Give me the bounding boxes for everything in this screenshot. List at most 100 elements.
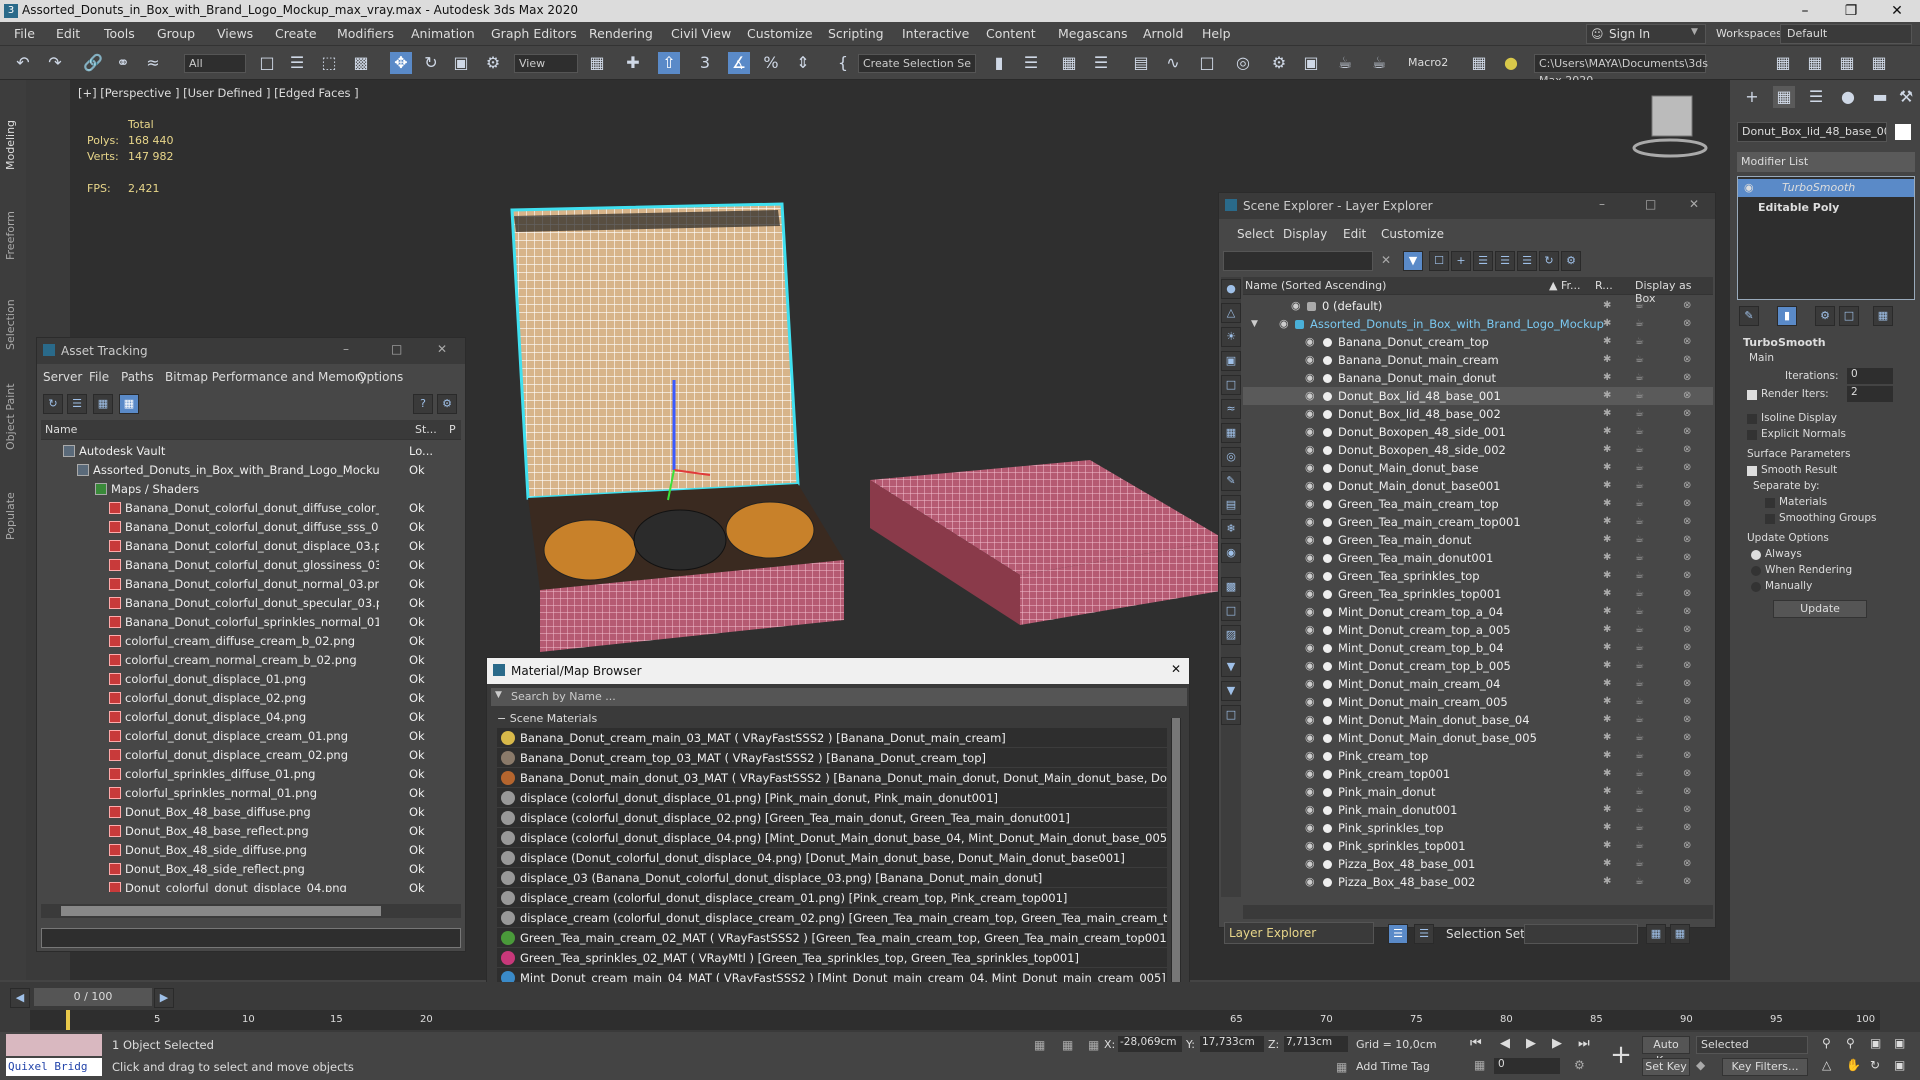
freeze-icon[interactable]: ✱	[1603, 387, 1611, 405]
angle-snap-icon[interactable]: ∡	[728, 52, 750, 74]
display-as-box-icon[interactable]: ⊗	[1683, 783, 1691, 801]
freeze-icon[interactable]: ✱	[1603, 369, 1611, 387]
menu-rendering[interactable]: Rendering	[589, 26, 653, 41]
render-teapot-icon[interactable]: ☕	[1635, 531, 1644, 549]
timeline-left-arrow-icon[interactable]: ◀	[10, 988, 30, 1008]
x-coordinate-field[interactable]: -28,069cm	[1118, 1036, 1182, 1052]
materials-checkbox[interactable]	[1765, 498, 1775, 508]
asset-row[interactable]: Donut_Box_48_side_diffuse.png Ok	[41, 841, 461, 860]
layer-row[interactable]: ◉ 0 (default) ✱ ☕ ⊗	[1243, 297, 1713, 315]
open-container-icon[interactable]: ▦	[1836, 52, 1858, 74]
menu-megascans[interactable]: Megascans	[1058, 26, 1128, 41]
key-selection-dropdown[interactable]: Selected	[1696, 1036, 1808, 1054]
display-as-box-icon[interactable]: ⊗	[1683, 567, 1691, 585]
tab-freeform[interactable]: Freeform	[4, 190, 22, 260]
asset-row[interactable]: Banana_Donut_colorful_donut_normal_03.pn…	[41, 575, 461, 594]
freeze-icon[interactable]: ✱	[1603, 711, 1611, 729]
menu-graph-editors[interactable]: Graph Editors	[491, 26, 577, 41]
at-menu-bitmap[interactable]: Bitmap Performance and Memory	[165, 370, 367, 384]
asset-row[interactable]: colorful_sprinkles_diffuse_01.png Ok	[41, 765, 461, 784]
menu-civil-view[interactable]: Civil View	[671, 26, 731, 41]
when-rendering-radio[interactable]	[1751, 566, 1761, 576]
freeze-icon[interactable]: ✱	[1603, 333, 1611, 351]
render-teapot-icon[interactable]: ☕	[1635, 621, 1644, 639]
freeze-icon[interactable]: ✱	[1603, 567, 1611, 585]
display-as-box-icon[interactable]: ⊗	[1683, 333, 1691, 351]
col-status[interactable]: St...	[415, 423, 437, 436]
layer-row[interactable]: ◉ Donut_Box_lid_48_base_001 ✱ ☕ ⊗	[1243, 387, 1713, 405]
chevron-down-icon[interactable]: ▼	[1251, 315, 1258, 333]
display-as-box-icon[interactable]: ⊗	[1683, 747, 1691, 765]
helpers-filter-icon[interactable]: □	[1221, 375, 1241, 395]
display-as-box-icon[interactable]: ⊗	[1683, 711, 1691, 729]
asset-row[interactable]: Assorted_Donuts_in_Box_with_Brand_Logo_M…	[41, 461, 461, 480]
layer-row[interactable]: ◉ Mint_Donut_cream_top_a_005 ✱ ☕ ⊗	[1243, 621, 1713, 639]
freeze-icon[interactable]: ✱	[1603, 315, 1611, 333]
layer-row[interactable]: ◉ Donut_Boxopen_48_side_001 ✱ ☕ ⊗	[1243, 423, 1713, 441]
scroll-thumb[interactable]	[61, 906, 381, 916]
sync-icon[interactable]: ↻	[1539, 251, 1559, 271]
material-row[interactable]: displace (Donut_colorful_donut_displace_…	[497, 848, 1167, 868]
freeze-icon[interactable]: ✱	[1603, 351, 1611, 369]
render-teapot-icon[interactable]: ☕	[1635, 837, 1644, 855]
lights-filter-icon[interactable]: ☀	[1221, 327, 1241, 347]
select-manipulate-icon[interactable]: ✚	[622, 52, 644, 74]
minimize-icon[interactable]: –	[1599, 197, 1605, 211]
layer-row[interactable]: ◉ Donut_Main_donut_base ✱ ☕ ⊗	[1243, 459, 1713, 477]
tab-object-paint[interactable]: Object Paint	[4, 370, 22, 450]
material-row[interactable]: displace_cream (colorful_donut_displace_…	[497, 888, 1167, 908]
utilities-tab-icon[interactable]: ⚒	[1895, 86, 1917, 108]
layer-row[interactable]: ◉ Pink_main_donut001 ✱ ☕ ⊗	[1243, 801, 1713, 819]
render-teapot-icon[interactable]: ☕	[1635, 657, 1644, 675]
zoom-icon[interactable]: ⚲	[1822, 1036, 1831, 1050]
display-as-box-icon[interactable]: ⊗	[1683, 657, 1691, 675]
add-time-tag[interactable]: Add Time Tag	[1356, 1060, 1430, 1073]
mirror-icon[interactable]: ▮	[988, 52, 1010, 74]
menu-scripting[interactable]: Scripting	[828, 26, 884, 41]
frozen-filter-icon[interactable]: ❄	[1221, 519, 1241, 539]
xrefs-filter-icon[interactable]: ◎	[1221, 447, 1241, 467]
render-teapot-icon[interactable]: ☕	[1635, 351, 1644, 369]
visibility-eye-icon[interactable]: ◉	[1305, 477, 1315, 495]
show-end-result-icon[interactable]: ▮	[1777, 306, 1797, 326]
invert-icon[interactable]: ▨	[1221, 625, 1241, 645]
search-bar[interactable]: ▼ Search by Name ...	[491, 688, 1187, 706]
visibility-eye-icon[interactable]: ◉	[1305, 531, 1315, 549]
y-coordinate-field[interactable]: 17,733cm	[1200, 1036, 1264, 1052]
time-slider[interactable]: 0 / 100	[34, 988, 152, 1006]
clear-search-icon[interactable]: ✕	[1381, 253, 1391, 267]
visibility-eye-icon[interactable]: ◉	[1305, 423, 1315, 441]
freeze-icon[interactable]: ✱	[1603, 423, 1611, 441]
freeze-icon[interactable]: ✱	[1603, 855, 1611, 873]
display-as-box-icon[interactable]: ⊗	[1683, 477, 1691, 495]
freeze-icon[interactable]: ✱	[1603, 441, 1611, 459]
col-frozen[interactable]: ▲ Fr...	[1549, 279, 1581, 292]
maximize-icon[interactable]: □	[1645, 197, 1656, 211]
next-frame-icon[interactable]: ▶	[1552, 1036, 1562, 1051]
freeze-icon[interactable]: ✱	[1603, 837, 1611, 855]
visibility-eye-icon[interactable]: ◉	[1305, 405, 1315, 423]
manually-radio[interactable]	[1751, 582, 1761, 592]
display-as-box-icon[interactable]: ⊗	[1683, 639, 1691, 657]
visibility-eye-icon[interactable]: ◉	[1305, 459, 1315, 477]
menu-file[interactable]: File	[14, 26, 35, 41]
visibility-eye-icon[interactable]: ◉	[1305, 387, 1315, 405]
spacewarps-filter-icon[interactable]: ≈	[1221, 399, 1241, 419]
time-tag-icon[interactable]: ▦	[1336, 1060, 1347, 1074]
render-setup-icon[interactable]: ⚙	[1268, 52, 1290, 74]
orbit-icon[interactable]: ↻	[1870, 1058, 1880, 1072]
maximize-button[interactable]: ❐	[1828, 0, 1874, 22]
render-iters-spinner[interactable]: 2	[1847, 386, 1893, 402]
asset-row[interactable]: Maps / Shaders	[41, 480, 461, 499]
align-icon[interactable]: ☰	[1020, 52, 1042, 74]
layer-row[interactable]: ◉ Green_Tea_main_donut ✱ ☕ ⊗	[1243, 531, 1713, 549]
freeze-icon[interactable]: ✱	[1603, 405, 1611, 423]
freeze-icon[interactable]: ✱	[1603, 477, 1611, 495]
display-as-box-icon[interactable]: ⊗	[1683, 837, 1691, 855]
asset-row[interactable]: Banana_Donut_colorful_donut_specular_03.…	[41, 594, 461, 613]
material-row[interactable]: Green_Tea_sprinkles_02_MAT ( VRayMtl ) […	[497, 948, 1167, 968]
stack-icon[interactable]: ☰	[1517, 251, 1537, 271]
render-teapot-icon[interactable]: ☕	[1635, 693, 1644, 711]
render-teapot-icon[interactable]: ☕	[1635, 369, 1644, 387]
freeze-icon[interactable]: ✱	[1603, 765, 1611, 783]
